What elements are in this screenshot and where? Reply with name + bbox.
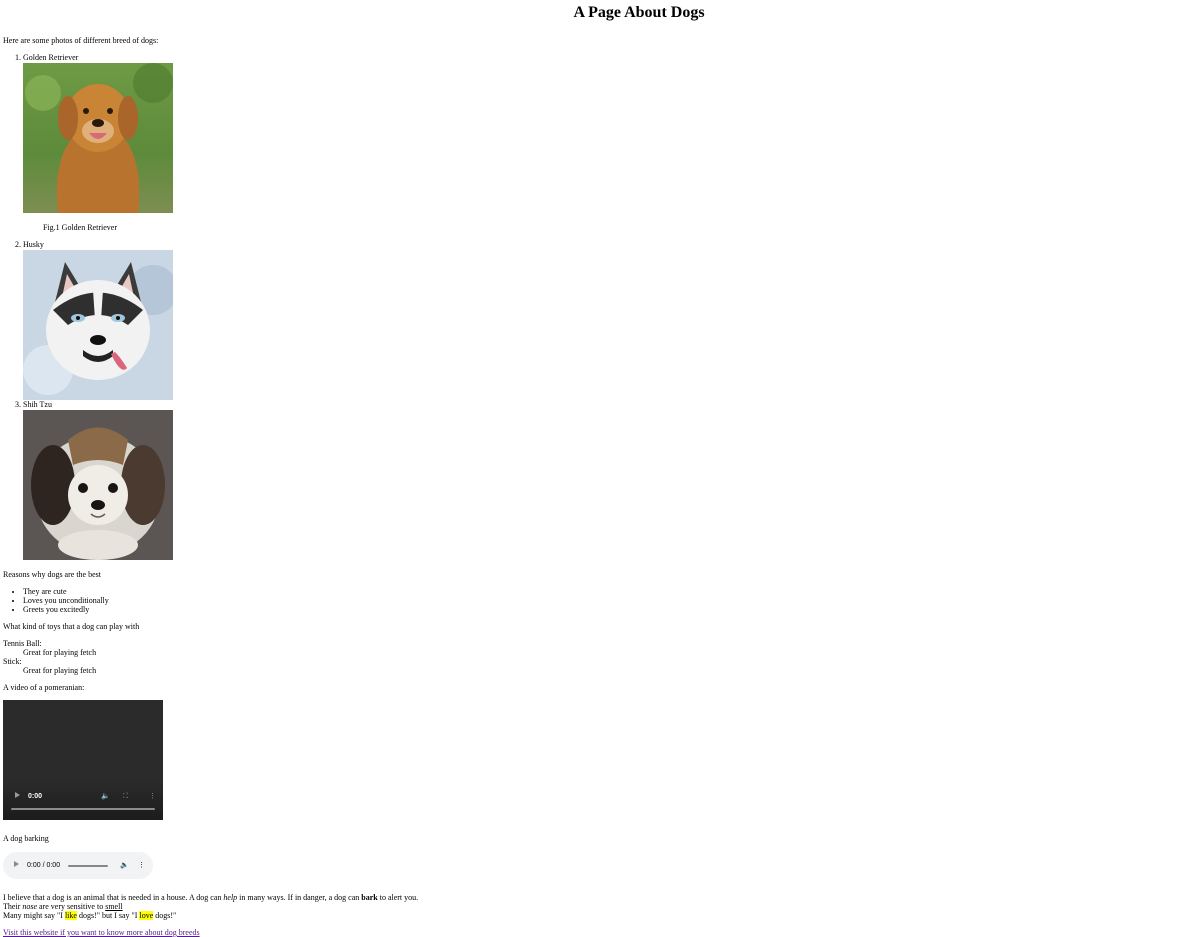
toy-term: Stick: — [3, 657, 22, 666]
breed-name: Golden Retriever — [23, 53, 79, 62]
audio-progress-bar[interactable] — [68, 865, 108, 867]
play-icon[interactable] — [14, 861, 19, 870]
paragraph-text: dogs!" but I say "I — [76, 911, 140, 920]
video-controls: 0:00 🔈 ⛶ ⋮ — [3, 790, 163, 804]
toys-title: What kind of toys that a dog can play wi… — [3, 622, 140, 631]
emphasis-nose: nose — [22, 902, 37, 911]
breed-name: Shih Tzu — [23, 400, 52, 409]
shih-tzu-photo — [23, 410, 173, 560]
dog-breeds-link[interactable]: Visit this website if you want to know m… — [3, 928, 200, 937]
more-options-icon[interactable]: ⋮ — [149, 792, 156, 801]
audio-time: 0:00 / 0:00 — [27, 862, 61, 869]
breed-list: Golden Retriever — [3, 53, 1199, 560]
underline-smell: smell — [105, 902, 123, 911]
dog-paragraph: I believe that a dog is an animal that i… — [3, 893, 1199, 920]
fullscreen-icon[interactable]: ⛶ — [123, 792, 128, 801]
list-item: Shih Tzu — [23, 400, 1199, 560]
list-item: Greets you excitedly — [23, 605, 1199, 614]
paragraph-text: to alert you. — [377, 893, 419, 902]
link-paragraph: Visit this website if you want to know m… — [3, 928, 1199, 937]
reasons-title: Reasons why dogs are the best — [3, 570, 101, 579]
more-options-icon[interactable]: ⋮ — [138, 861, 145, 870]
highlight-love: love — [139, 911, 154, 920]
audio-player[interactable]: 0:00 / 0:00 🔈 ⋮ — [3, 852, 153, 879]
toys-list: Tennis Ball: Great for playing fetch Sti… — [3, 639, 1199, 675]
highlight-like: like — [64, 911, 77, 920]
figure-caption: Fig.1 Golden Retriever — [43, 223, 117, 232]
video-title: A video of a pomeranian: — [3, 683, 85, 692]
toy-term: Tennis Ball: — [3, 639, 42, 648]
paragraph-text: Many might say "I — [3, 911, 65, 920]
audio-title: A dog barking — [3, 834, 49, 843]
bold-bark: bark — [361, 893, 378, 902]
list-item: Loves you unconditionally — [23, 596, 1199, 605]
volume-icon[interactable]: 🔈 — [101, 792, 110, 801]
video-time: 0:00 — [28, 793, 43, 800]
video-progress-bar[interactable] — [11, 808, 155, 810]
intro-text: Here are some photos of different breed … — [3, 36, 159, 45]
list-item: They are cute — [23, 587, 1199, 596]
breed-name: Husky — [23, 240, 44, 249]
toy-description: Great for playing fetch — [23, 666, 97, 675]
golden-retriever-figure: Fig.1 Golden Retriever — [23, 63, 1199, 232]
list-item: Golden Retriever — [23, 53, 1199, 232]
golden-retriever-photo — [23, 63, 173, 213]
play-icon[interactable] — [15, 792, 20, 801]
husky-photo — [23, 250, 173, 400]
list-item: Husky — [23, 240, 1199, 400]
paragraph-text: Their — [3, 902, 23, 911]
page-title: A Page About Dogs — [573, 4, 705, 21]
volume-icon[interactable]: 🔈 — [120, 861, 129, 870]
toy-description: Great for playing fetch — [23, 648, 97, 657]
paragraph-text: I believe that a dog is an animal that i… — [3, 893, 224, 902]
paragraph-text: dogs!" — [153, 911, 177, 920]
emphasis-help: help — [223, 893, 238, 902]
paragraph-text: are very sensitive to — [37, 902, 106, 911]
reasons-list: They are cute Loves you unconditionally … — [3, 587, 1199, 614]
page: A Page About Dogs Here are some photos o… — [0, 0, 1202, 937]
video-player[interactable]: 0:00 🔈 ⛶ ⋮ — [3, 700, 163, 820]
paragraph-text: in many ways. If in danger, a dog can — [237, 893, 362, 902]
